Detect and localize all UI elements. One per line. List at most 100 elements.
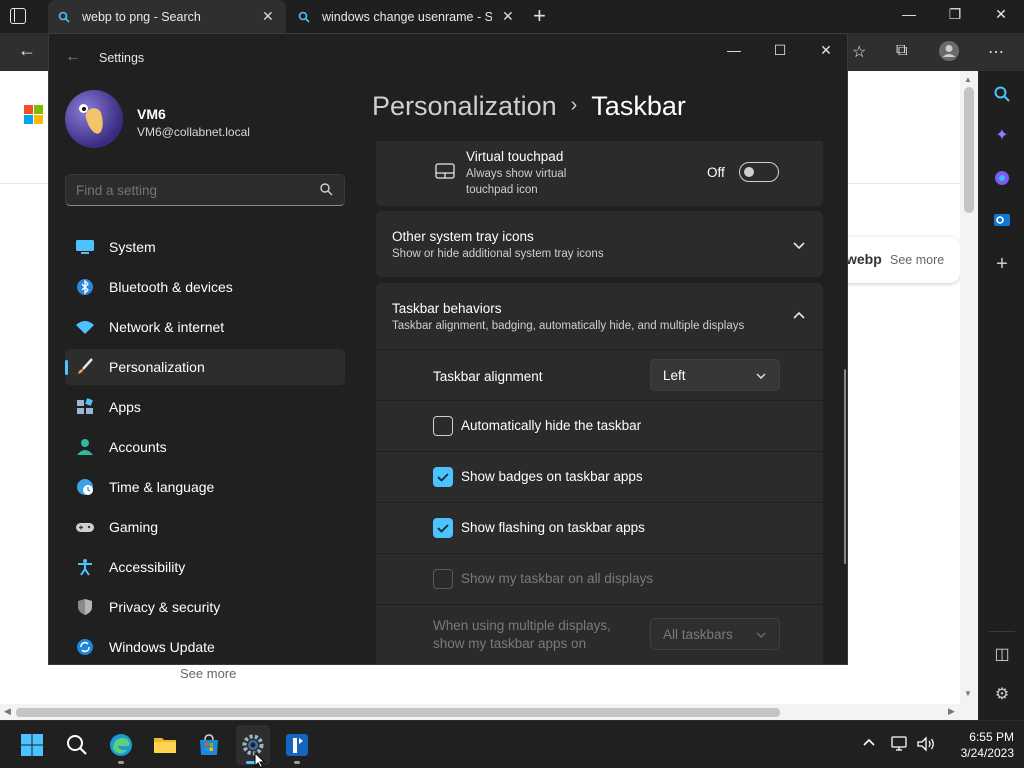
nav-item-personalization[interactable]: Personalization: [65, 349, 345, 385]
collections-icon[interactable]: ⧉: [896, 42, 907, 60]
nav-item-privacy-security[interactable]: Privacy & security: [65, 589, 345, 625]
badges-checkbox[interactable]: [433, 467, 453, 487]
microsoft-store-icon[interactable]: [197, 733, 221, 757]
other-tray-icons-row[interactable]: Other system tray icons Show or hide add…: [376, 211, 823, 277]
tab-actions-icon[interactable]: [10, 8, 26, 24]
add-icon[interactable]: +: [993, 254, 1011, 274]
flashing-row: Show flashing on taskbar apps: [376, 503, 823, 553]
see-more-link[interactable]: See more: [890, 253, 944, 267]
tab-title: webp to png - Search: [82, 9, 201, 24]
scroll-right-icon[interactable]: ▶: [948, 706, 955, 717]
page-vertical-scrollbar[interactable]: ▲ ▼: [960, 71, 978, 704]
find-setting-input[interactable]: [65, 174, 345, 206]
new-tab-button[interactable]: +: [533, 4, 546, 28]
search-icon[interactable]: [319, 182, 333, 196]
close-tab-icon[interactable]: ✕: [502, 8, 514, 25]
bluetooth-icon: [75, 278, 95, 296]
taskbar-behaviors-header[interactable]: Taskbar behaviors Taskbar alignment, bad…: [376, 283, 823, 349]
gear-icon[interactable]: ⚙: [993, 686, 1011, 704]
outlook-icon[interactable]: [993, 211, 1011, 229]
flashing-checkbox[interactable]: [433, 518, 453, 538]
taskbar-alignment-dropdown[interactable]: Left: [650, 359, 780, 391]
settings-scrollbar[interactable]: [844, 369, 846, 564]
minimize-icon[interactable]: —: [719, 42, 749, 58]
scroll-down-icon[interactable]: ▼: [964, 689, 972, 698]
network-icon[interactable]: [890, 736, 910, 755]
nav-label: Accounts: [109, 439, 167, 455]
nav-item-system[interactable]: System: [65, 229, 345, 265]
chevron-up-icon[interactable]: [792, 309, 806, 323]
breadcrumb-parent[interactable]: Personalization: [372, 91, 557, 121]
all-displays-row: Show my taskbar on all displays: [376, 554, 823, 604]
close-tab-icon[interactable]: ✕: [262, 8, 274, 25]
chevron-down-icon[interactable]: [792, 238, 806, 252]
page-horizontal-scrollbar[interactable]: ◀ ▶: [0, 704, 960, 720]
search-icon[interactable]: [65, 733, 89, 757]
avatar[interactable]: [65, 90, 123, 148]
volume-icon[interactable]: [916, 736, 936, 755]
more-options-icon[interactable]: ⋯: [988, 42, 1004, 62]
virtual-touchpad-subtitle: Always show virtual: [466, 168, 567, 180]
minimize-icon[interactable]: —: [894, 6, 924, 22]
file-explorer-icon[interactable]: [153, 733, 177, 757]
multi-display-label: show my taskbar apps on: [433, 636, 587, 651]
chevron-down-icon: [755, 370, 767, 385]
badges-label[interactable]: Show badges on taskbar apps: [461, 469, 643, 484]
chevron-up-icon[interactable]: [862, 736, 876, 753]
scroll-thumb[interactable]: [964, 87, 974, 213]
designer-icon[interactable]: [993, 169, 1011, 187]
webp-card[interactable]: webp See more: [840, 237, 960, 283]
app-icon[interactable]: [285, 733, 309, 757]
scroll-left-icon[interactable]: ◀: [4, 706, 11, 717]
nav-item-bluetooth[interactable]: Bluetooth & devices: [65, 269, 345, 305]
nav-label: Time & language: [109, 479, 215, 495]
maximize-icon[interactable]: ☐: [765, 42, 795, 59]
other-tray-title: Other system tray icons: [392, 229, 534, 244]
nav-item-network[interactable]: Network & internet: [65, 309, 345, 345]
virtual-touchpad-row: Virtual touchpad Always show virtual tou…: [376, 141, 823, 206]
clock-date: 3/24/2023: [960, 746, 1014, 760]
nav-label: Gaming: [109, 519, 159, 535]
virtual-touchpad-toggle[interactable]: [739, 162, 779, 182]
scroll-thumb[interactable]: [16, 708, 780, 717]
auto-hide-label[interactable]: Automatically hide the taskbar: [461, 418, 641, 433]
microsoft-logo-icon: [24, 105, 43, 124]
browser-sidebar: ✦ + ◫ ⚙: [978, 71, 1024, 720]
webp-brand: webp: [846, 251, 882, 267]
dropdown-value: Left: [663, 368, 686, 383]
close-icon[interactable]: ✕: [811, 42, 841, 59]
nav-item-windows-update[interactable]: Windows Update: [65, 629, 345, 664]
nav-label: Privacy & security: [109, 599, 221, 615]
nav-item-time-language[interactable]: Time & language: [65, 469, 345, 505]
restore-icon[interactable]: ❐: [940, 6, 970, 23]
sidebar-toggle-icon[interactable]: ◫: [993, 646, 1011, 664]
see-more-link[interactable]: See more: [180, 666, 236, 681]
search-icon[interactable]: [993, 85, 1011, 103]
auto-hide-checkbox[interactable]: [433, 416, 453, 436]
nav-item-accounts[interactable]: Accounts: [65, 429, 345, 465]
back-arrow-icon[interactable]: ←: [65, 48, 81, 66]
nav-item-accessibility[interactable]: Accessibility: [65, 549, 345, 585]
windows-taskbar: 6:55 PM 3/24/2023: [0, 720, 1024, 768]
flashing-label[interactable]: Show flashing on taskbar apps: [461, 520, 645, 535]
nav-label: Accessibility: [109, 559, 186, 575]
nav-item-gaming[interactable]: Gaming: [65, 509, 345, 545]
back-arrow-icon[interactable]: ←: [18, 40, 36, 61]
profile-icon[interactable]: [938, 40, 960, 67]
favorites-icon[interactable]: ☆: [852, 42, 866, 62]
person-icon: [75, 438, 95, 456]
tab-title: windows change usenrame - Sea: [322, 9, 492, 24]
edge-icon[interactable]: [109, 733, 133, 757]
checkmark-icon: [437, 524, 449, 533]
nav-label: Apps: [109, 399, 141, 415]
start-button[interactable]: [20, 733, 44, 757]
close-icon[interactable]: ✕: [986, 6, 1016, 23]
browser-tab[interactable]: windows change usenrame - Sea ✕: [288, 0, 526, 33]
settings-app-title: Settings: [99, 51, 145, 65]
copilot-sparkle-icon[interactable]: ✦: [993, 127, 1011, 145]
browser-tab-active[interactable]: webp to png - Search ✕: [48, 0, 286, 33]
scroll-up-icon[interactable]: ▲: [964, 75, 972, 84]
wifi-icon: [75, 318, 95, 336]
system-clock[interactable]: 6:55 PM 3/24/2023: [944, 729, 1014, 761]
nav-item-apps[interactable]: Apps: [65, 389, 345, 425]
